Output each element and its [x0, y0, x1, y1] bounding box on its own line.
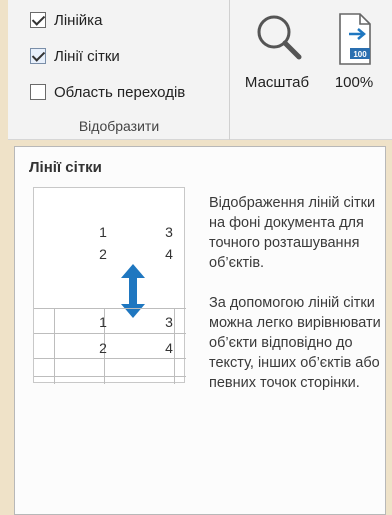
- gridlines-checkbox-label: Лінії сітки: [54, 47, 120, 65]
- preview-gridline: [34, 308, 186, 309]
- tooltip-description: Відображення ліній сітки на фоні докумен…: [209, 193, 381, 393]
- show-group: Лінійка Лінії сітки Область переходів Ві…: [8, 0, 230, 140]
- gridlines-checkbox-box[interactable]: [30, 48, 46, 64]
- preview-number: 4: [165, 340, 173, 356]
- navigation-pane-checkbox-box[interactable]: [30, 84, 46, 100]
- ruler-checkbox-box[interactable]: [30, 12, 46, 28]
- show-group-label: Відобразити: [78, 118, 160, 134]
- double-arrow-icon: [121, 264, 145, 318]
- preview-gridline: [34, 358, 186, 359]
- magnifier-icon: [257, 15, 302, 60]
- preview-number: 1: [99, 314, 107, 330]
- zoom-group: Масштаб 100 100%: [230, 0, 392, 140]
- tooltip-paragraph: За допомогою ліній сітки можна легко вир…: [209, 295, 381, 391]
- ribbon: Лінійка Лінії сітки Область переходів Ві…: [8, 0, 392, 140]
- preview-gridline: [34, 376, 186, 377]
- ruler-checkbox-label: Лінійка: [54, 11, 103, 29]
- ruler-checkbox[interactable]: Лінійка: [30, 8, 102, 32]
- gridlines-preview: 1 3 2 4 1 3 2 4: [33, 187, 186, 384]
- zoom-button[interactable]: Масштаб: [234, 8, 320, 108]
- zoom-button-label: Масштаб: [244, 74, 310, 91]
- preview-gridline: [34, 333, 186, 334]
- gridlines-checkbox[interactable]: Лінії сітки: [30, 44, 120, 68]
- tooltip-title: Лінії сітки: [29, 159, 102, 176]
- zoom-100-label: 100%: [334, 74, 374, 91]
- navigation-pane-checkbox[interactable]: Область переходів: [30, 80, 185, 104]
- zoom-100-button[interactable]: 100 100%: [322, 8, 386, 108]
- navigation-pane-checkbox-label: Область переходів: [54, 83, 186, 101]
- preview-number: 2: [99, 246, 107, 262]
- page-100-icon-text: 100: [353, 50, 367, 59]
- page-100-icon: 100: [339, 13, 371, 65]
- preview-number: 3: [165, 224, 173, 240]
- preview-gridline: [54, 308, 55, 384]
- preview-number: 3: [165, 314, 173, 330]
- preview-number: 4: [165, 246, 173, 262]
- gridlines-tooltip: Лінії сітки 1 3 2 4 1 3 2 4 Відображення…: [14, 146, 386, 515]
- preview-number: 2: [99, 340, 107, 356]
- preview-number: 1: [99, 224, 107, 240]
- screenshot-frame: Лінійка Лінії сітки Область переходів Ві…: [0, 0, 392, 515]
- tooltip-paragraph: Відображення ліній сітки на фоні докумен…: [209, 195, 376, 271]
